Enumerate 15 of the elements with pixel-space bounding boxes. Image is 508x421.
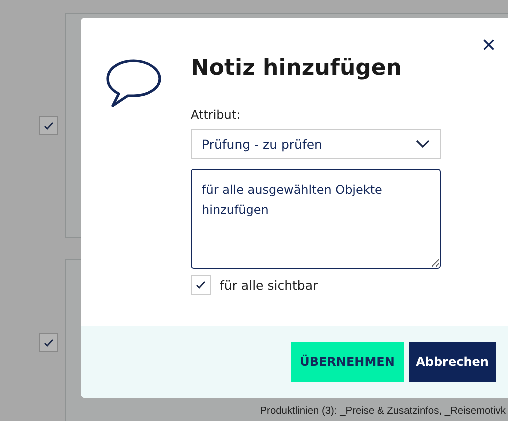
- checkbox[interactable]: [39, 116, 58, 135]
- checkbox[interactable]: [39, 333, 58, 352]
- checkbox-label: für alle sichtbar: [220, 278, 318, 292]
- close-button[interactable]: ×: [482, 34, 496, 58]
- check-icon: [195, 279, 207, 291]
- speech-bubble-icon: [104, 58, 164, 110]
- chevron-down-icon: [416, 140, 430, 148]
- product-lines-text: Produktlinien (3): _Preise & Zusatzinfos, _Reisemotivk: [260, 406, 506, 417]
- dialog-title: Notiz hinzufügen: [191, 56, 403, 81]
- attribute-label: Attribut:: [191, 108, 242, 122]
- checkbox[interactable]: [191, 275, 211, 295]
- cancel-button[interactable]: Abbrechen: [409, 342, 496, 382]
- apply-button[interactable]: ÜBERNEHMEN: [291, 342, 404, 382]
- attribute-dropdown[interactable]: Prüfung - zu prüfen: [191, 129, 441, 159]
- note-field[interactable]: für alle ausgewählten Objekte hinzufügen: [191, 169, 441, 269]
